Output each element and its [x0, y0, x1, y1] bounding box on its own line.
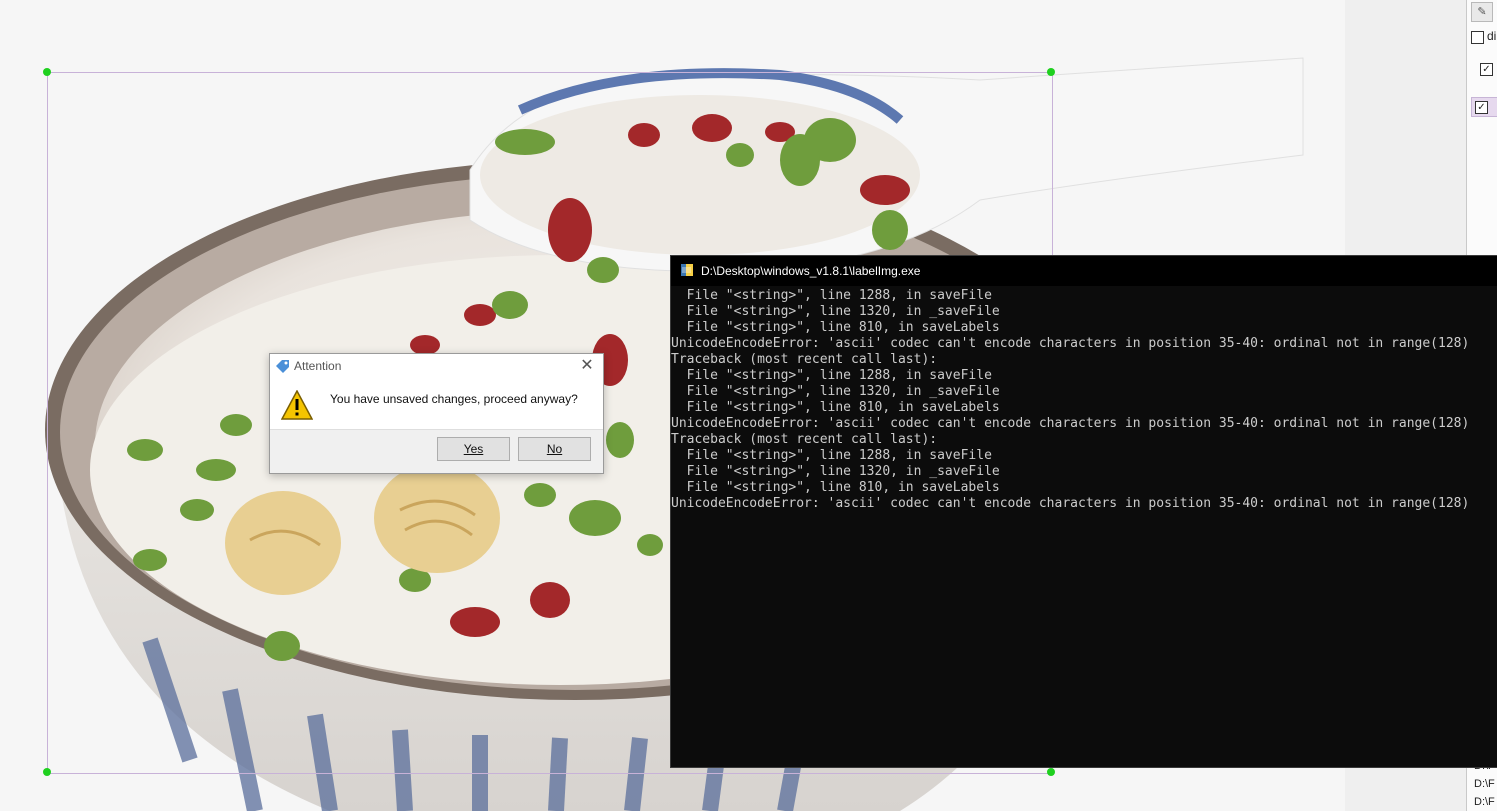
- dialog-body: You have unsaved changes, proceed anyway…: [270, 380, 603, 430]
- console-title: D:\Desktop\windows_v1.8.1\labelImg.exe: [701, 264, 921, 278]
- bbox-handle-top-right[interactable]: [1047, 68, 1055, 76]
- bbox-handle-top-left[interactable]: [43, 68, 51, 76]
- python-app-icon: [681, 264, 693, 276]
- file-list-item[interactable]: D:\F: [1474, 796, 1497, 808]
- console-line: File "<string>", line 1320, in _saveFile: [671, 464, 1000, 479]
- console-line: Traceback (most recent call last):: [671, 352, 938, 367]
- close-icon[interactable]: ✕: [577, 356, 597, 376]
- tag-icon: [276, 360, 289, 373]
- console-window[interactable]: D:\Desktop\windows_v1.8.1\labelImg.exe F…: [670, 255, 1497, 768]
- label-list-item[interactable]: ✓: [1471, 97, 1497, 117]
- console-line: File "<string>", line 810, in saveLabels: [671, 320, 1000, 335]
- bbox-handle-bottom-left[interactable]: [43, 768, 51, 776]
- edit-label-button[interactable]: ✎: [1471, 2, 1493, 22]
- default-label-checkbox[interactable]: ✓: [1480, 63, 1493, 76]
- dialog-title: Attention: [294, 359, 342, 373]
- console-line: File "<string>", line 1288, in saveFile: [671, 368, 992, 383]
- file-list-item[interactable]: D:\F: [1474, 778, 1497, 790]
- console-line: File "<string>", line 810, in saveLabels: [671, 400, 1000, 415]
- warning-icon: [281, 390, 313, 420]
- label-visible-checkbox[interactable]: ✓: [1475, 101, 1488, 114]
- attention-dialog[interactable]: Attention ✕ You have unsaved changes, pr…: [269, 353, 604, 474]
- console-titlebar[interactable]: D:\Desktop\windows_v1.8.1\labelImg.exe: [671, 256, 1497, 286]
- yes-button[interactable]: Yes: [437, 437, 510, 461]
- console-line: UnicodeEncodeError: 'ascii' codec can't …: [671, 416, 1470, 431]
- bbox-handle-bottom-right[interactable]: [1047, 768, 1055, 776]
- console-line: File "<string>", line 1288, in saveFile: [671, 288, 992, 303]
- console-line: Traceback (most recent call last):: [671, 432, 938, 447]
- console-line: File "<string>", line 1320, in _saveFile: [671, 384, 1000, 399]
- console-output: File "<string>", line 1288, in saveFile …: [671, 288, 1497, 512]
- dialog-message: You have unsaved changes, proceed anyway…: [330, 392, 578, 406]
- console-line: File "<string>", line 1288, in saveFile: [671, 448, 992, 463]
- difficult-label: di: [1487, 29, 1497, 43]
- console-line: File "<string>", line 1320, in _saveFile: [671, 304, 1000, 319]
- difficult-checkbox[interactable]: [1471, 31, 1484, 44]
- console-line: UnicodeEncodeError: 'ascii' codec can't …: [671, 336, 1470, 351]
- console-line: UnicodeEncodeError: 'ascii' codec can't …: [671, 496, 1470, 511]
- console-line: File "<string>", line 810, in saveLabels: [671, 480, 1000, 495]
- no-button[interactable]: No: [518, 437, 591, 461]
- dialog-titlebar[interactable]: Attention ✕: [270, 354, 603, 380]
